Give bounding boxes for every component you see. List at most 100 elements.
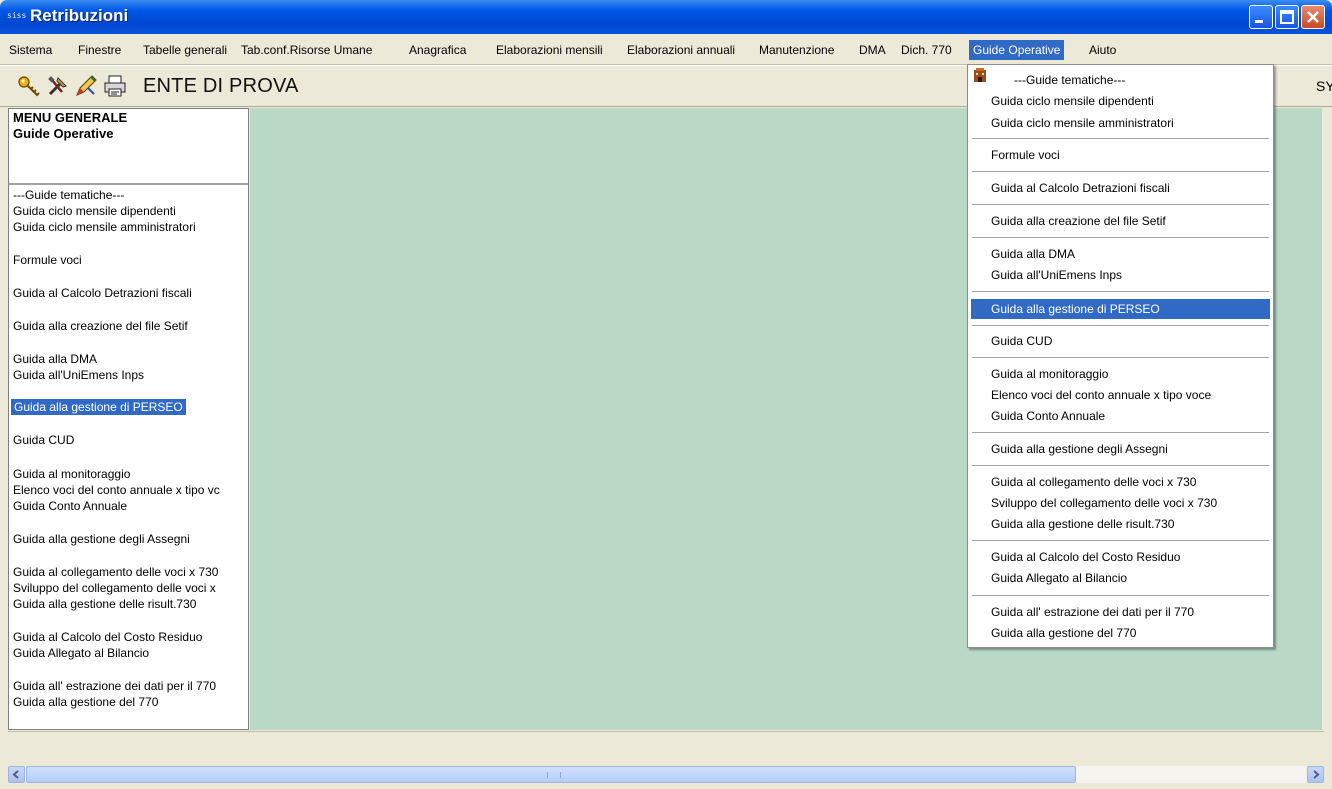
- menu-item-perseo[interactable]: Guida alla gestione di PERSEO: [991, 300, 1160, 318]
- list-item[interactable]: Guida Conto Annuale: [13, 498, 127, 514]
- menu-dich-770[interactable]: Dich. 770: [901, 41, 952, 59]
- menu-item-sviluppo-730[interactable]: Sviluppo del collegamento delle voci x 7…: [991, 494, 1217, 512]
- menu-separator: [972, 357, 1269, 358]
- menu-item-cud[interactable]: Guida CUD: [991, 332, 1052, 350]
- maximize-icon: [1280, 10, 1294, 24]
- arrow-left-icon: [12, 770, 19, 779]
- menu-dma[interactable]: DMA: [859, 41, 886, 59]
- list-item[interactable]: Guida al collegamento delle voci x 730: [13, 564, 218, 580]
- arrow-right-icon: [1313, 770, 1320, 779]
- menu-sistema[interactable]: Sistema: [9, 41, 52, 59]
- maximize-button[interactable]: [1275, 5, 1299, 29]
- menu-aiuto[interactable]: Aiuto: [1089, 41, 1116, 59]
- app-icon: siss: [7, 11, 27, 20]
- minimize-icon: [1255, 20, 1263, 23]
- key-button[interactable]: [17, 74, 41, 98]
- menu-separator: [972, 237, 1269, 238]
- list-item[interactable]: Guida ciclo mensile amministratori: [13, 219, 196, 235]
- menu-separator: [972, 465, 1269, 466]
- key-icon: [18, 76, 40, 97]
- list-item[interactable]: Guida CUD: [13, 432, 74, 448]
- list-item[interactable]: Guida alla gestione del 770: [13, 694, 158, 710]
- minimize-button[interactable]: [1249, 5, 1273, 29]
- menu-item-estrazione-770[interactable]: Guida all' estrazione dei dati per il 77…: [991, 603, 1194, 621]
- list-item[interactable]: Guida alla gestione degli Assegni: [13, 531, 190, 547]
- scroll-grip: [547, 772, 561, 778]
- menu-separator: [972, 325, 1269, 326]
- entity-name: ENTE DI PROVA: [143, 75, 299, 97]
- menu-separator: [972, 138, 1269, 139]
- menu-anagrafica[interactable]: Anagrafica: [409, 41, 466, 59]
- guide-operative-title: Guide Operative: [13, 126, 114, 141]
- list-item[interactable]: Guida all' estrazione dei dati per il 77…: [13, 678, 216, 694]
- list-item[interactable]: Guida Allegato al Bilancio: [13, 645, 149, 661]
- guide-operative-dropdown: ---Guide tematiche--- Guida ciclo mensil…: [967, 64, 1274, 648]
- menu-item-risult-730[interactable]: Guida alla gestione delle risult.730: [991, 515, 1174, 533]
- menu-item-monitoraggio[interactable]: Guida al monitoraggio: [991, 365, 1108, 383]
- left-menu-panel: MENU GENERALE Guide Operative ---Guide t…: [8, 108, 249, 730]
- list-item[interactable]: Guida al Calcolo del Costo Residuo: [13, 629, 202, 645]
- menu-item-collegamento-730[interactable]: Guida al collegamento delle voci x 730: [991, 473, 1196, 491]
- menu-item-file-setif[interactable]: Guida alla creazione del file Setif: [991, 212, 1166, 230]
- pencil-icon: [76, 75, 97, 96]
- list-item[interactable]: Guida alla DMA: [13, 351, 97, 367]
- list-item[interactable]: Guida alla gestione delle risult.730: [13, 596, 196, 612]
- list-item[interactable]: Guida al monitoraggio: [13, 466, 130, 482]
- menu-separator: [972, 204, 1269, 205]
- guide-building-icon: [974, 68, 986, 82]
- menu-item-dma[interactable]: Guida alla DMA: [991, 245, 1075, 263]
- menu-elaborazioni-annuali[interactable]: Elaborazioni annuali: [627, 41, 735, 59]
- printer-icon: [104, 75, 126, 97]
- list-item[interactable]: ---Guide tematiche---: [13, 187, 124, 203]
- menu-elaborazioni-mensili[interactable]: Elaborazioni mensili: [496, 41, 603, 59]
- scroll-thumb[interactable]: [26, 766, 1076, 783]
- menu-finestre[interactable]: Finestre: [78, 41, 121, 59]
- menu-item-formule-voci[interactable]: Formule voci: [991, 146, 1060, 164]
- left-panel-header: MENU GENERALE Guide Operative: [9, 109, 248, 185]
- menu-item-gestione-770[interactable]: Guida alla gestione del 770: [991, 624, 1136, 642]
- list-item-selected[interactable]: Guida alla gestione di PERSEO: [10, 398, 187, 416]
- menu-guide-operative[interactable]: Guide Operative: [969, 40, 1065, 60]
- list-item[interactable]: Elenco voci del conto annuale x tipo vc: [13, 482, 220, 498]
- menu-item-elenco-voci[interactable]: Elenco voci del conto annuale x tipo voc…: [991, 386, 1211, 404]
- menu-separator: [972, 540, 1269, 541]
- toolbar-right-label: SY: [1316, 78, 1332, 94]
- list-item[interactable]: Formule voci: [13, 252, 82, 268]
- menu-item-ciclo-dipendenti[interactable]: Guida ciclo mensile dipendenti: [991, 92, 1154, 110]
- pencil-button[interactable]: [74, 74, 98, 98]
- horizontal-scrollbar[interactable]: [8, 766, 1324, 783]
- menu-separator: [972, 432, 1269, 433]
- menu-bar: Sistema Finestre Tabelle generali Tab.co…: [0, 34, 1332, 65]
- print-button[interactable]: [103, 74, 127, 98]
- title-bar: siss Retribuzioni: [0, 0, 1332, 34]
- tools-icon: [48, 76, 67, 96]
- scroll-left-button[interactable]: [8, 766, 25, 783]
- menu-generale-title: MENU GENERALE: [13, 110, 128, 125]
- list-item[interactable]: Guida all'UniEmens Inps: [13, 367, 144, 383]
- menu-item-allegato-bilancio[interactable]: Guida Allegato al Bilancio: [991, 569, 1127, 587]
- close-icon: [1307, 11, 1319, 23]
- menu-separator: [972, 595, 1269, 596]
- right-edge: [1322, 108, 1332, 730]
- list-item[interactable]: Guida al Calcolo Detrazioni fiscali: [13, 285, 192, 301]
- list-item[interactable]: Guida alla creazione del file Setif: [13, 318, 188, 334]
- menu-item-conto-annuale[interactable]: Guida Conto Annuale: [991, 407, 1105, 425]
- close-button[interactable]: [1301, 5, 1325, 29]
- menu-item-assegni[interactable]: Guida alla gestione degli Assegni: [991, 440, 1168, 458]
- menu-tabelle-generali[interactable]: Tabelle generali: [143, 41, 227, 59]
- list-item[interactable]: Sviluppo del collegamento delle voci x: [13, 580, 216, 596]
- menu-item-detrazioni-fiscali[interactable]: Guida al Calcolo Detrazioni fiscali: [991, 179, 1170, 197]
- list-item[interactable]: Guida ciclo mensile dipendenti: [13, 203, 176, 219]
- menu-tab-conf-risorse-umane[interactable]: Tab.conf.Risorse Umane: [241, 41, 372, 59]
- tools-button[interactable]: [46, 74, 70, 98]
- menu-item-ciclo-amministratori[interactable]: Guida ciclo mensile amministratori: [991, 114, 1174, 132]
- window-title: Retribuzioni: [30, 6, 129, 25]
- menu-manutenzione[interactable]: Manutenzione: [759, 41, 834, 59]
- menu-separator: [972, 291, 1269, 292]
- status-bar: [8, 731, 1324, 762]
- menu-item-uniemens[interactable]: Guida all'UniEmens Inps: [991, 266, 1122, 284]
- menu-separator: [972, 171, 1269, 172]
- menu-item-guide-tematiche[interactable]: ---Guide tematiche---: [1014, 71, 1125, 89]
- menu-item-costo-residuo[interactable]: Guida al Calcolo del Costo Residuo: [991, 548, 1180, 566]
- scroll-right-button[interactable]: [1307, 766, 1324, 783]
